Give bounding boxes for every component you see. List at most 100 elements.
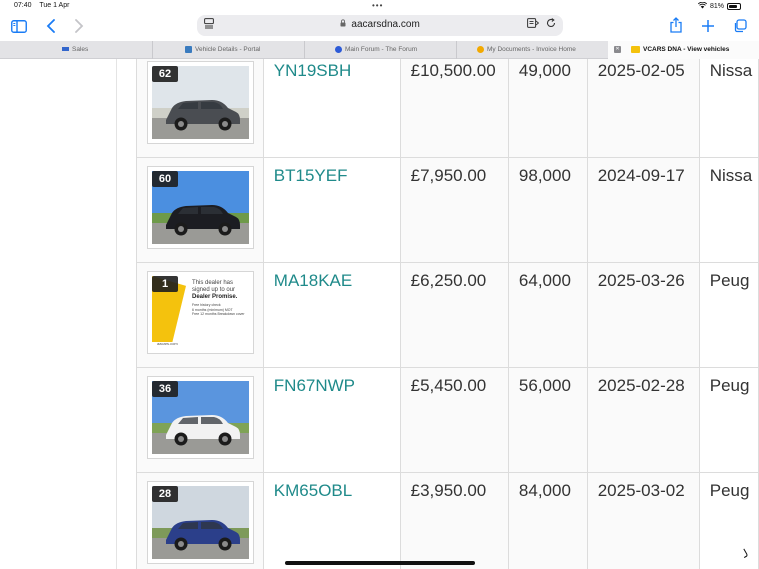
- date-cell: 2025-03-02: [586, 472, 700, 569]
- tab-label: Sales: [72, 46, 89, 53]
- tab-main-forum[interactable]: Main Forum - The Forum: [304, 41, 456, 59]
- home-indicator[interactable]: [285, 561, 475, 565]
- portal-favicon-icon: [185, 45, 192, 53]
- vehicle-row[interactable]: 62 YN19SBH £10,500.00 49,000 2025-02-05 Nissa: [136, 59, 759, 158]
- url-text: aacarsdna.com: [351, 19, 420, 30]
- vehicle-table: 62 YN19SBH £10,500.00 49,000 2025-02-05 Nissa…: [136, 59, 759, 569]
- registration-cell: MA18KAE: [262, 262, 401, 368]
- aa-favicon-icon: [631, 45, 640, 53]
- vehicle-row[interactable]: 28 KM65OBL £3,950.00 84,000 2025-03-02 Peug: [136, 472, 759, 569]
- share-icon[interactable]: [665, 16, 687, 38]
- status-bar: 07:40 Tue 1 Apr ••• 81%: [0, 0, 759, 13]
- battery-icon: [727, 3, 741, 10]
- reload-icon[interactable]: [546, 18, 556, 31]
- tab-bar: Sales Vehicle Details - Portal Main Foru…: [0, 41, 759, 59]
- promo-footer: aacars.com: [157, 341, 178, 346]
- promo-text: This dealer has signed up to our Dealer Pr…: [192, 280, 246, 317]
- price-cell: £3,950.00: [399, 472, 509, 569]
- mileage-cell: 98,000: [507, 157, 588, 263]
- registration-link[interactable]: KM65OBL: [274, 481, 352, 500]
- new-tab-icon[interactable]: [697, 16, 719, 38]
- registration-cell: KM65OBL: [262, 472, 401, 569]
- price-cell: £10,500.00: [399, 59, 509, 158]
- tab-label: Vehicle Details - Portal: [195, 46, 261, 53]
- flag-favicon-icon: [62, 47, 69, 52]
- tab-overview-icon[interactable]: [729, 16, 751, 38]
- status-left: 07:40 Tue 1 Apr: [14, 2, 75, 9]
- close-tab-icon[interactable]: ✕: [614, 45, 621, 53]
- forward-icon[interactable]: [68, 16, 90, 38]
- photo-cell: 36: [136, 367, 264, 473]
- tab-sales[interactable]: Sales: [0, 41, 152, 59]
- tab-vcars-dna[interactable]: ✕ VCARS DNA - View vehicles: [608, 41, 759, 59]
- price-cell: £7,950.00: [399, 157, 509, 263]
- status-date: Tue 1 Apr: [39, 2, 70, 9]
- vehicle-row[interactable]: 60 BT15YEF £7,950.00 98,000 2024-09-17 Nissa: [136, 157, 759, 263]
- photo-count-badge: 60: [152, 171, 178, 187]
- registration-link[interactable]: FN67NWP: [274, 376, 355, 395]
- browser-toolbar: aacarsdna.com: [0, 13, 759, 41]
- make-cell: Peug: [698, 367, 759, 473]
- photo-count-badge: 36: [152, 381, 178, 397]
- page-content: 62 YN19SBH £10,500.00 49,000 2025-02-05 Nissa…: [0, 59, 759, 569]
- photo-cell: 60: [136, 157, 264, 263]
- make-cell: Nissa: [698, 59, 759, 158]
- status-time: 07:40: [14, 2, 32, 9]
- tab-vehicle-details[interactable]: Vehicle Details - Portal: [152, 41, 304, 59]
- multitasking-dots-icon[interactable]: •••: [372, 1, 383, 10]
- thumbnail-frame[interactable]: 62: [147, 61, 254, 144]
- price-cell: £5,450.00: [399, 367, 509, 473]
- battery-fill: [729, 5, 738, 8]
- address-bar[interactable]: aacarsdna.com: [197, 15, 563, 36]
- sidebar-icon[interactable]: [8, 16, 30, 38]
- date-cell: 2025-02-05: [586, 59, 700, 158]
- status-right: 81%: [697, 1, 741, 11]
- photo-count-badge: 62: [152, 66, 178, 82]
- ipad-safari-screen: 07:40 Tue 1 Apr ••• 81% aacarsdna.com Sa…: [0, 0, 759, 569]
- registration-link[interactable]: BT15YEF: [274, 166, 348, 185]
- thumbnail-frame[interactable]: 28: [147, 481, 254, 564]
- battery-percent: 81%: [709, 3, 724, 10]
- vehicle-table-wrap: 62 YN19SBH £10,500.00 49,000 2025-02-05 Nissa…: [136, 59, 759, 569]
- registration-link[interactable]: MA18KAE: [274, 271, 352, 290]
- date-cell: 2024-09-17: [586, 157, 700, 263]
- thumbnail-frame[interactable]: This dealer has signed up to our Dealer Pr…: [147, 271, 254, 354]
- tab-label: VCARS DNA - View vehicles: [643, 46, 730, 53]
- dollar-favicon-icon: [477, 45, 484, 53]
- registration-cell: FN67NWP: [262, 367, 401, 473]
- promo-line-2: signed up to our: [192, 287, 236, 293]
- wifi-icon: [697, 1, 708, 11]
- photo-count-badge: 1: [152, 276, 178, 292]
- promo-bullets: Free history check 6 months (minimum) MOT…: [192, 303, 246, 317]
- photo-cell: This dealer has signed up to our Dealer Pr…: [136, 262, 264, 368]
- tab-label: Main Forum - The Forum: [345, 46, 418, 53]
- promo-line-3: Dealer Promise.: [192, 294, 238, 300]
- promo-bullet: Free 12 months Breakdown cover: [192, 312, 245, 316]
- vehicle-rows: 62 YN19SBH £10,500.00 49,000 2025-02-05 Nissa…: [136, 59, 759, 569]
- registration-cell: BT15YEF: [262, 157, 401, 263]
- registration-link[interactable]: YN19SBH: [274, 61, 351, 80]
- photo-cell: 28: [136, 472, 264, 569]
- tab-label: My Documents - Invoice Home: [487, 46, 576, 53]
- vehicle-row[interactable]: 36 FN67NWP £5,450.00 56,000 2025-02-28 Peug: [136, 367, 759, 473]
- reader-icon[interactable]: [527, 18, 540, 31]
- mileage-cell: 84,000: [507, 472, 588, 569]
- sidebar-divider: [116, 59, 117, 569]
- registration-cell: YN19SBH: [262, 59, 401, 158]
- mileage-cell: 64,000: [507, 262, 588, 368]
- photo-count-badge: 28: [152, 486, 178, 502]
- promo-line-1: This dealer has: [192, 280, 234, 286]
- address-url: aacarsdna.com: [197, 19, 563, 30]
- make-cell: Nissa: [698, 157, 759, 263]
- thumbnail-frame[interactable]: 36: [147, 376, 254, 459]
- back-icon[interactable]: [40, 16, 62, 38]
- date-cell: 2025-03-26: [586, 262, 700, 368]
- mileage-cell: 49,000: [507, 59, 588, 158]
- date-cell: 2025-02-28: [586, 367, 700, 473]
- lock-icon: [340, 19, 348, 29]
- price-cell: £6,250.00: [399, 262, 509, 368]
- thumbnail-frame[interactable]: 60: [147, 166, 254, 249]
- tab-my-documents[interactable]: My Documents - Invoice Home: [456, 41, 608, 59]
- vehicle-row[interactable]: This dealer has signed up to our Dealer Pr…: [136, 262, 759, 368]
- forum-favicon-icon: [335, 45, 342, 53]
